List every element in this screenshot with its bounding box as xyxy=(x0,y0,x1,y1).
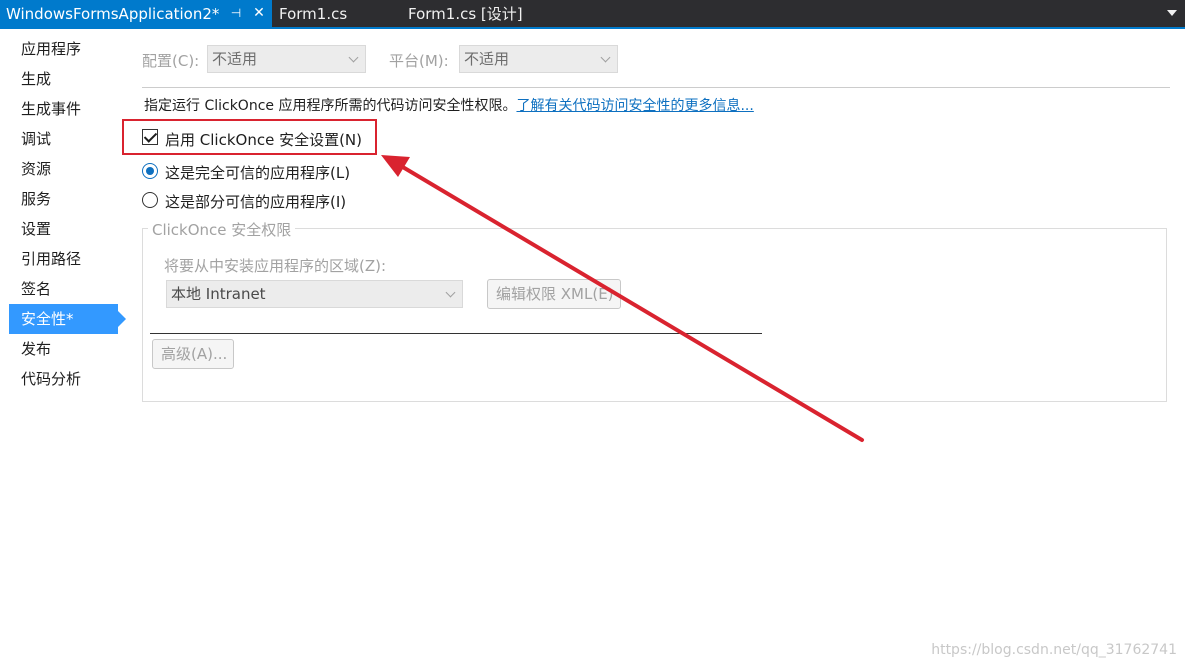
close-icon[interactable]: ✕ xyxy=(250,4,268,22)
tab-project-properties[interactable]: WindowsFormsApplication2* ⊣ ✕ xyxy=(0,0,272,27)
chevron-down-icon xyxy=(600,52,611,63)
tab-form1-code[interactable]: Form1.cs xyxy=(279,0,347,27)
zone-select[interactable]: 本地 Intranet xyxy=(166,280,463,308)
chevron-down-icon xyxy=(348,52,359,63)
advanced-button[interactable]: 高级(A)... xyxy=(152,339,234,369)
nav-item-settings[interactable]: 设置 xyxy=(9,214,121,244)
permissions-group-title: ClickOnce 安全权限 xyxy=(148,219,296,240)
zone-label: 将要从中安装应用程序的区域(Z): xyxy=(164,257,387,275)
platform-select[interactable]: 不适用 xyxy=(459,45,618,73)
nav-item-publish[interactable]: 发布 xyxy=(9,334,121,364)
tab-form1-design[interactable]: Form1.cs [设计] xyxy=(408,0,523,27)
partial-trust-label[interactable]: 这是部分可信的应用程序(I) xyxy=(165,191,346,212)
nav-item-debug[interactable]: 调试 xyxy=(9,124,121,154)
pin-icon[interactable]: ⊣ xyxy=(229,5,243,21)
config-value: 不适用 xyxy=(212,50,258,68)
tab-label: Form1.cs xyxy=(279,4,348,23)
nav-item-signing[interactable]: 签名 xyxy=(9,274,121,304)
nav-item-resources[interactable]: 资源 xyxy=(9,154,121,184)
config-label: 配置(C): xyxy=(142,52,200,70)
nav-item-build-events[interactable]: 生成事件 xyxy=(9,94,121,124)
annotation-highlight-box xyxy=(122,119,377,155)
chevron-down-icon[interactable] xyxy=(1167,10,1177,16)
platform-value: 不适用 xyxy=(464,50,510,68)
nav-item-application[interactable]: 应用程序 xyxy=(9,34,121,64)
nav-item-build[interactable]: 生成 xyxy=(9,64,121,94)
tab-label: WindowsFormsApplication2* xyxy=(6,4,220,23)
full-trust-label[interactable]: 这是完全可信的应用程序(L) xyxy=(165,162,350,183)
security-description: 指定运行 ClickOnce 应用程序所需的代码访问安全性权限。了解有关代码访问… xyxy=(144,95,754,115)
platform-label: 平台(M): xyxy=(389,52,449,70)
zone-value: 本地 Intranet xyxy=(171,285,266,303)
description-text: 指定运行 ClickOnce 应用程序所需的代码访问安全性权限。 xyxy=(144,98,517,114)
config-select[interactable]: 不适用 xyxy=(207,45,366,73)
nav-item-reference-paths[interactable]: 引用路径 xyxy=(9,244,121,274)
watermark: https://blog.csdn.net/qq_31762741 xyxy=(931,642,1177,658)
tab-label: Form1.cs [设计] xyxy=(408,5,523,23)
edit-permissions-xml-button[interactable]: 编辑权限 XML(E) xyxy=(487,279,621,309)
nav-item-services[interactable]: 服务 xyxy=(9,184,121,214)
nav-item-security[interactable]: 安全性* xyxy=(9,304,126,334)
tab-accent-bar xyxy=(0,27,1185,29)
partial-trust-radio[interactable] xyxy=(142,192,158,208)
divider-line xyxy=(150,333,762,334)
full-trust-radio[interactable] xyxy=(142,163,158,179)
chevron-down-icon xyxy=(445,287,456,298)
separator xyxy=(142,87,1170,88)
nav-item-code-analysis[interactable]: 代码分析 xyxy=(9,364,121,394)
properties-nav: 应用程序 生成 生成事件 调试 资源 服务 设置 引用路径 签名 安全性* 发布… xyxy=(9,34,126,394)
document-tab-strip: WindowsFormsApplication2* ⊣ ✕ Form1.cs F… xyxy=(0,0,1185,27)
code-access-security-link[interactable]: 了解有关代码访问安全性的更多信息... xyxy=(516,98,753,114)
